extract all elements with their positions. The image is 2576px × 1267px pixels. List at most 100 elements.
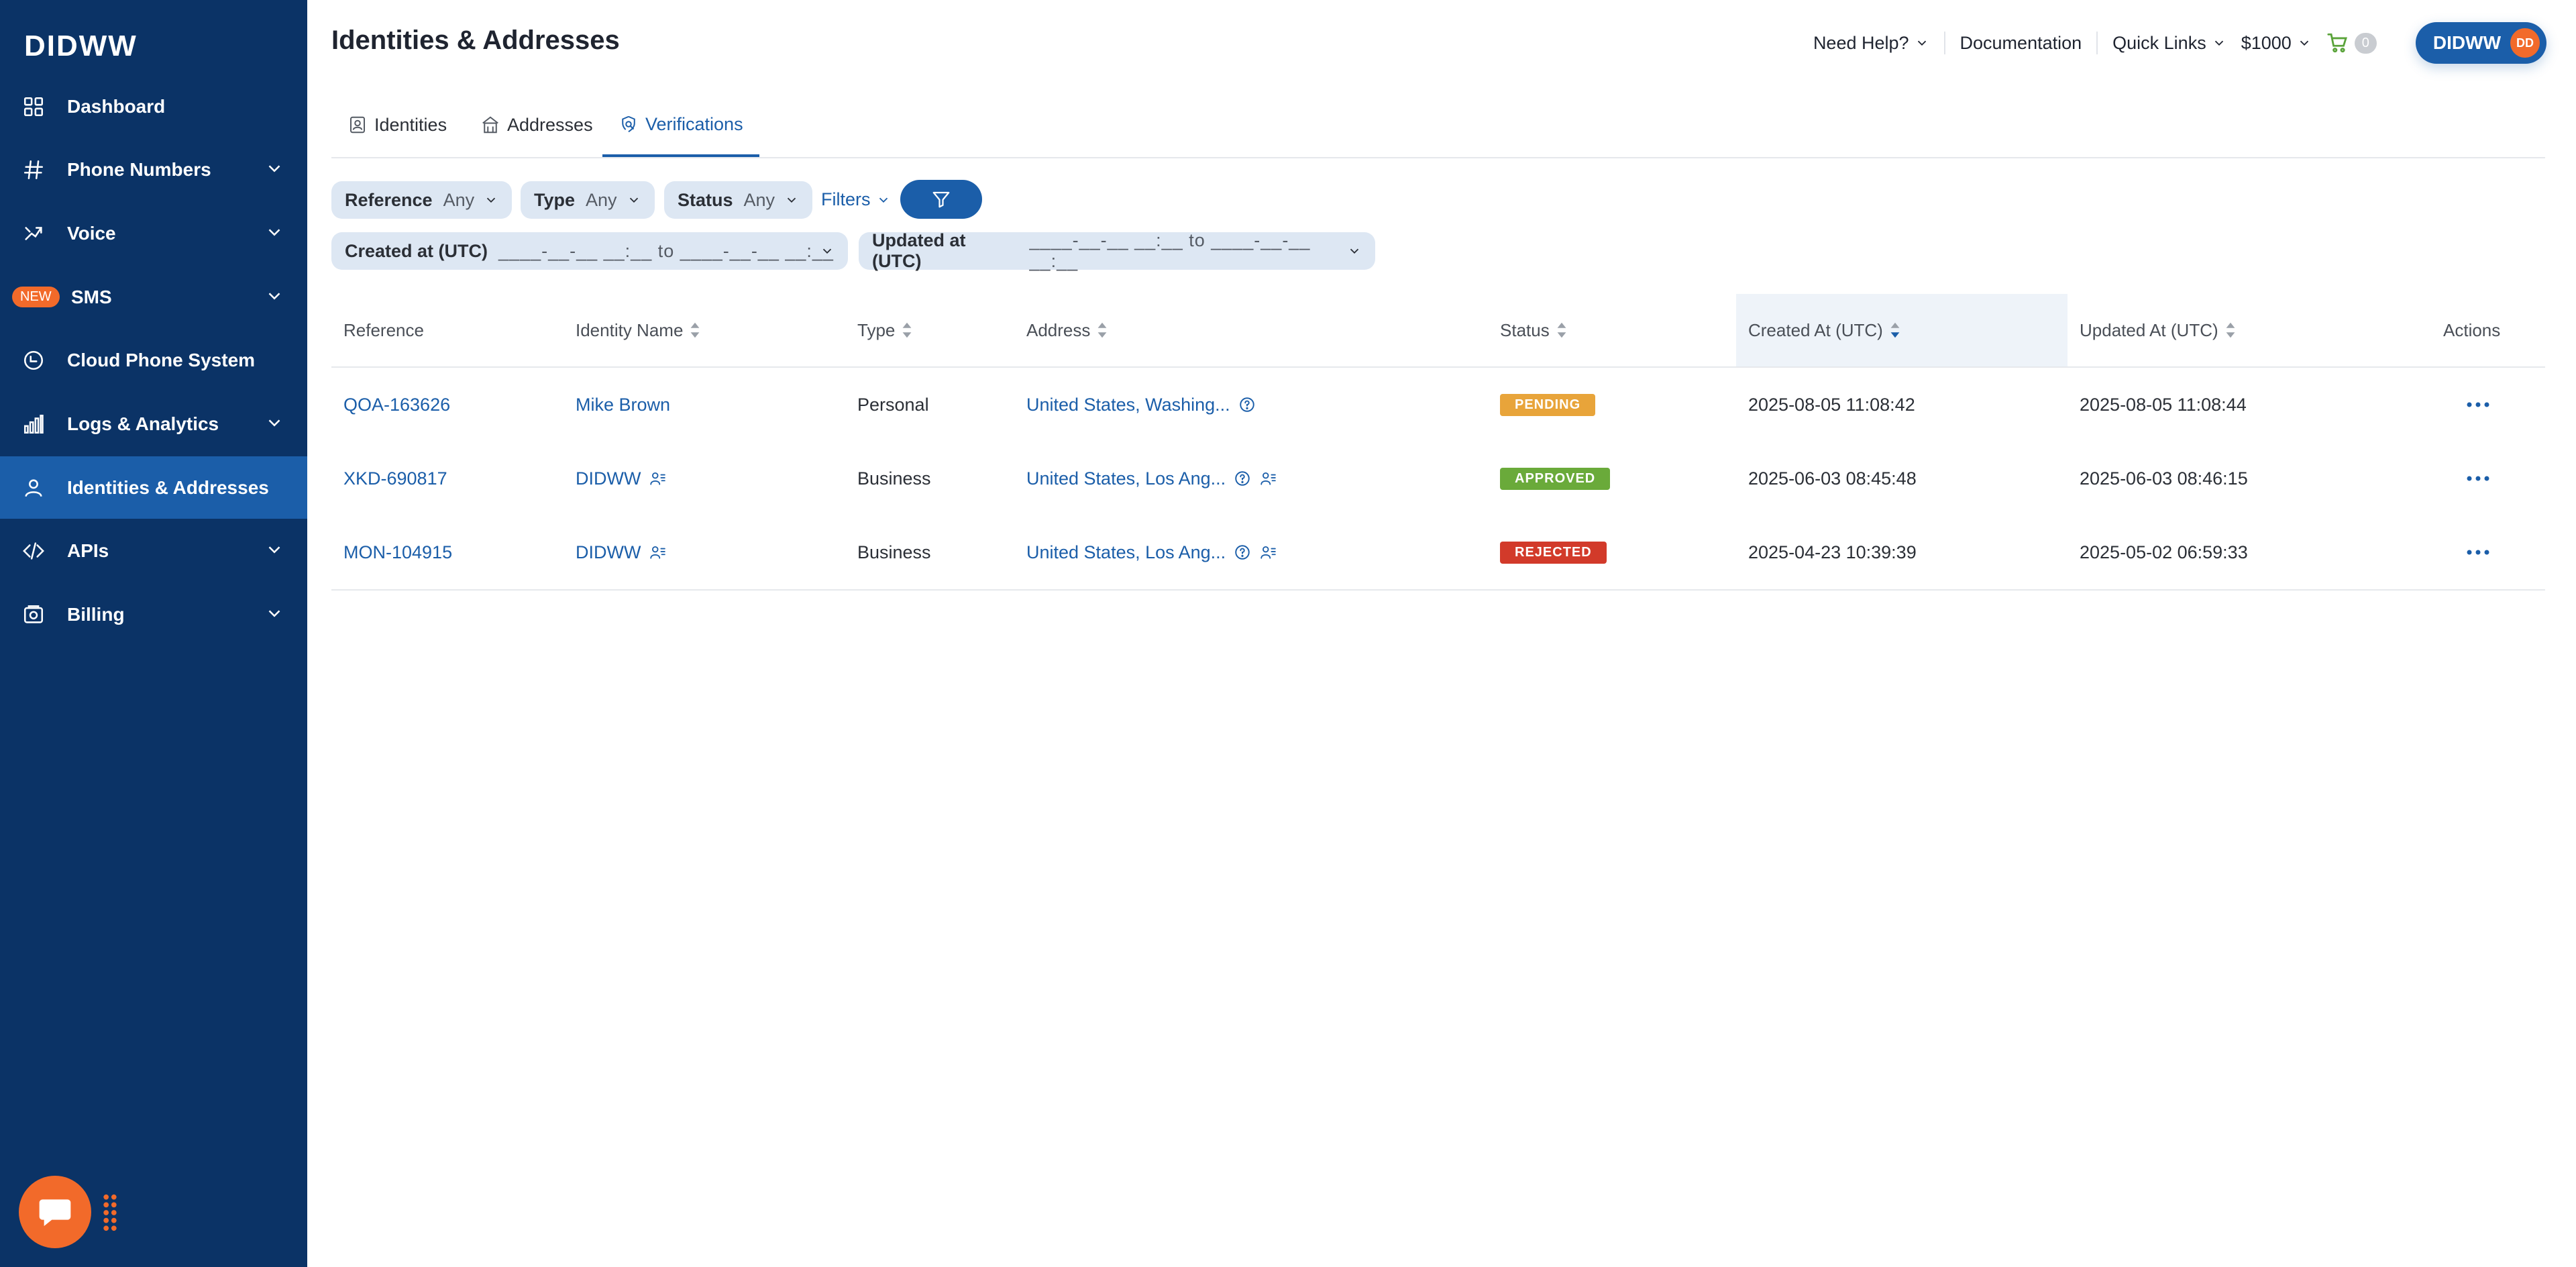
building-icon (482, 116, 498, 134)
address-link[interactable]: United States, Los Ang... (1026, 468, 1226, 489)
address-cell: United States, Washing... (1026, 368, 1256, 442)
didww-logo[interactable]: DIDWW (24, 30, 138, 63)
table-row: QOA-163626 Mike Brown Personal United St… (331, 368, 2545, 442)
sidebar-item-label: Logs & Analytics (67, 413, 219, 434)
filter-label: Type (534, 189, 576, 210)
sidebar-item-phone-numbers[interactable]: Phone Numbers (0, 138, 307, 201)
hash-icon (21, 158, 46, 182)
drag-handle-icon[interactable] (102, 1193, 118, 1232)
address-cell: United States, Los Ang... (1026, 442, 1277, 515)
quick-links-menu[interactable]: Quick Links (2098, 33, 2241, 54)
filter-label: Status (678, 189, 733, 210)
more-actions-icon[interactable] (2466, 549, 2490, 556)
need-help-menu[interactable]: Need Help? (1799, 33, 1944, 54)
column-label: Reference (343, 319, 424, 340)
sidebar-item-label: Phone Numbers (67, 158, 211, 180)
chevron-down-icon (268, 419, 280, 427)
tab-addresses[interactable]: Addresses (480, 94, 593, 156)
column-header-updated-at[interactable]: Updated At (UTC) (2080, 294, 2236, 366)
cart-button[interactable]: 0 (2326, 32, 2392, 54)
column-header-identity-name[interactable]: Identity Name (576, 294, 700, 366)
column-header-type[interactable]: Type (857, 294, 912, 366)
user-list-icon[interactable] (1259, 470, 1277, 487)
new-badge: NEW (12, 287, 60, 307)
sidebar: DIDWW Dashboard Phone Numbers Voice NEW … (0, 0, 307, 1267)
sidebar-item-dashboard[interactable]: Dashboard (0, 75, 307, 138)
help-circle-icon[interactable] (1234, 470, 1251, 487)
status-cell: PENDING (1500, 368, 1596, 442)
chat-button[interactable] (19, 1176, 91, 1248)
address-link[interactable]: United States, Washing... (1026, 395, 1230, 415)
chat-bubble-icon (39, 1199, 71, 1226)
user-list-icon[interactable] (649, 544, 666, 561)
column-label: Actions (2443, 319, 2501, 340)
sidebar-item-billing[interactable]: Billing (0, 583, 307, 646)
id-card-icon (350, 116, 365, 134)
tab-verifications[interactable]: Verifications (602, 94, 759, 157)
more-actions-icon[interactable] (2466, 401, 2490, 408)
chevron-down-icon (268, 610, 280, 617)
tab-bar: Identities Addresses Verifications (331, 94, 2545, 158)
status-badge: REJECTED (1500, 541, 1607, 564)
sidebar-item-label: APIs (67, 540, 109, 561)
code-icon (21, 539, 46, 563)
help-circle-icon[interactable] (1234, 544, 1251, 561)
chevron-down-icon (629, 197, 638, 203)
created-at-filter[interactable]: Created at (UTC) ____-__-__ __:__ to ___… (331, 232, 848, 270)
identity-link[interactable]: Mike Brown (576, 395, 670, 415)
filter-value: Any (586, 189, 617, 210)
verifications-table: Reference Identity Name Type Address Sta… (331, 294, 2545, 591)
apply-filter-button[interactable] (900, 180, 982, 219)
sidebar-item-sms[interactable]: NEW SMS (0, 266, 307, 328)
user-list-icon[interactable] (649, 470, 666, 487)
help-circle-icon[interactable] (1238, 396, 1256, 413)
balance-value: $1000 (2241, 32, 2292, 53)
need-help-label: Need Help? (1813, 32, 1909, 53)
sidebar-item-identities-addresses[interactable]: Identities & Addresses (0, 456, 307, 519)
identity-link[interactable]: DIDWW (576, 542, 641, 563)
column-header-actions: Actions (2443, 294, 2500, 366)
status-filter[interactable]: Status Any (664, 181, 813, 219)
top-bar: Need Help? Documentation Quick Links $10… (1799, 22, 2546, 64)
column-label: Created At (UTC) (1748, 319, 1883, 340)
sidebar-item-cloud-phone-system[interactable]: Cloud Phone System (0, 329, 307, 391)
sort-icon (1557, 322, 1566, 338)
chevron-down-icon (1350, 248, 1359, 254)
reference-link[interactable]: XKD-690817 (343, 442, 447, 515)
reference-link[interactable]: MON-104915 (343, 515, 452, 589)
verification-icon (622, 115, 635, 133)
user-menu-button[interactable]: DIDWW DD (2415, 22, 2546, 64)
avatar: DD (2510, 28, 2540, 58)
updated-at-cell: 2025-06-03 08:46:15 (2080, 468, 2248, 489)
status-cell: APPROVED (1500, 442, 1611, 515)
filter-value: Any (443, 189, 475, 210)
user-list-icon[interactable] (1259, 544, 1277, 561)
chevron-down-icon (268, 165, 280, 172)
identity-cell: DIDWW (576, 515, 666, 589)
reference-link[interactable]: QOA-163626 (343, 368, 450, 442)
chevron-down-icon (822, 248, 832, 254)
sidebar-item-logs-analytics[interactable]: Logs & Analytics (0, 393, 307, 455)
chevron-down-icon (268, 546, 280, 554)
tab-identities[interactable]: Identities (347, 94, 447, 156)
updated-at-filter[interactable]: Updated at (UTC) ____-__-__ __:__ to ___… (859, 230, 1375, 271)
column-header-address[interactable]: Address (1026, 294, 1108, 366)
column-header-created-at[interactable]: Created At (UTC) (1736, 294, 2068, 366)
updated-at-cell: 2025-08-05 11:08:44 (2080, 394, 2247, 415)
identity-link[interactable]: DIDWW (576, 468, 641, 489)
chevron-down-icon (268, 229, 280, 236)
type-filter[interactable]: Type Any (521, 181, 655, 219)
actions-cell (2466, 368, 2490, 442)
filter-label: Created at (UTC) (345, 240, 488, 261)
sort-icon (691, 322, 700, 338)
tab-label: Identities (374, 114, 447, 135)
address-link[interactable]: United States, Los Ang... (1026, 542, 1226, 563)
balance-menu[interactable]: $1000 (2241, 33, 2326, 54)
more-filters-button[interactable]: Filters (821, 189, 891, 210)
sidebar-item-voice[interactable]: Voice (0, 202, 307, 264)
more-actions-icon[interactable] (2466, 475, 2490, 482)
column-header-status[interactable]: Status (1500, 294, 1567, 366)
sidebar-item-apis[interactable]: APIs (0, 519, 307, 582)
reference-filter[interactable]: Reference Any (331, 181, 513, 219)
documentation-link[interactable]: Documentation (1945, 33, 2097, 54)
